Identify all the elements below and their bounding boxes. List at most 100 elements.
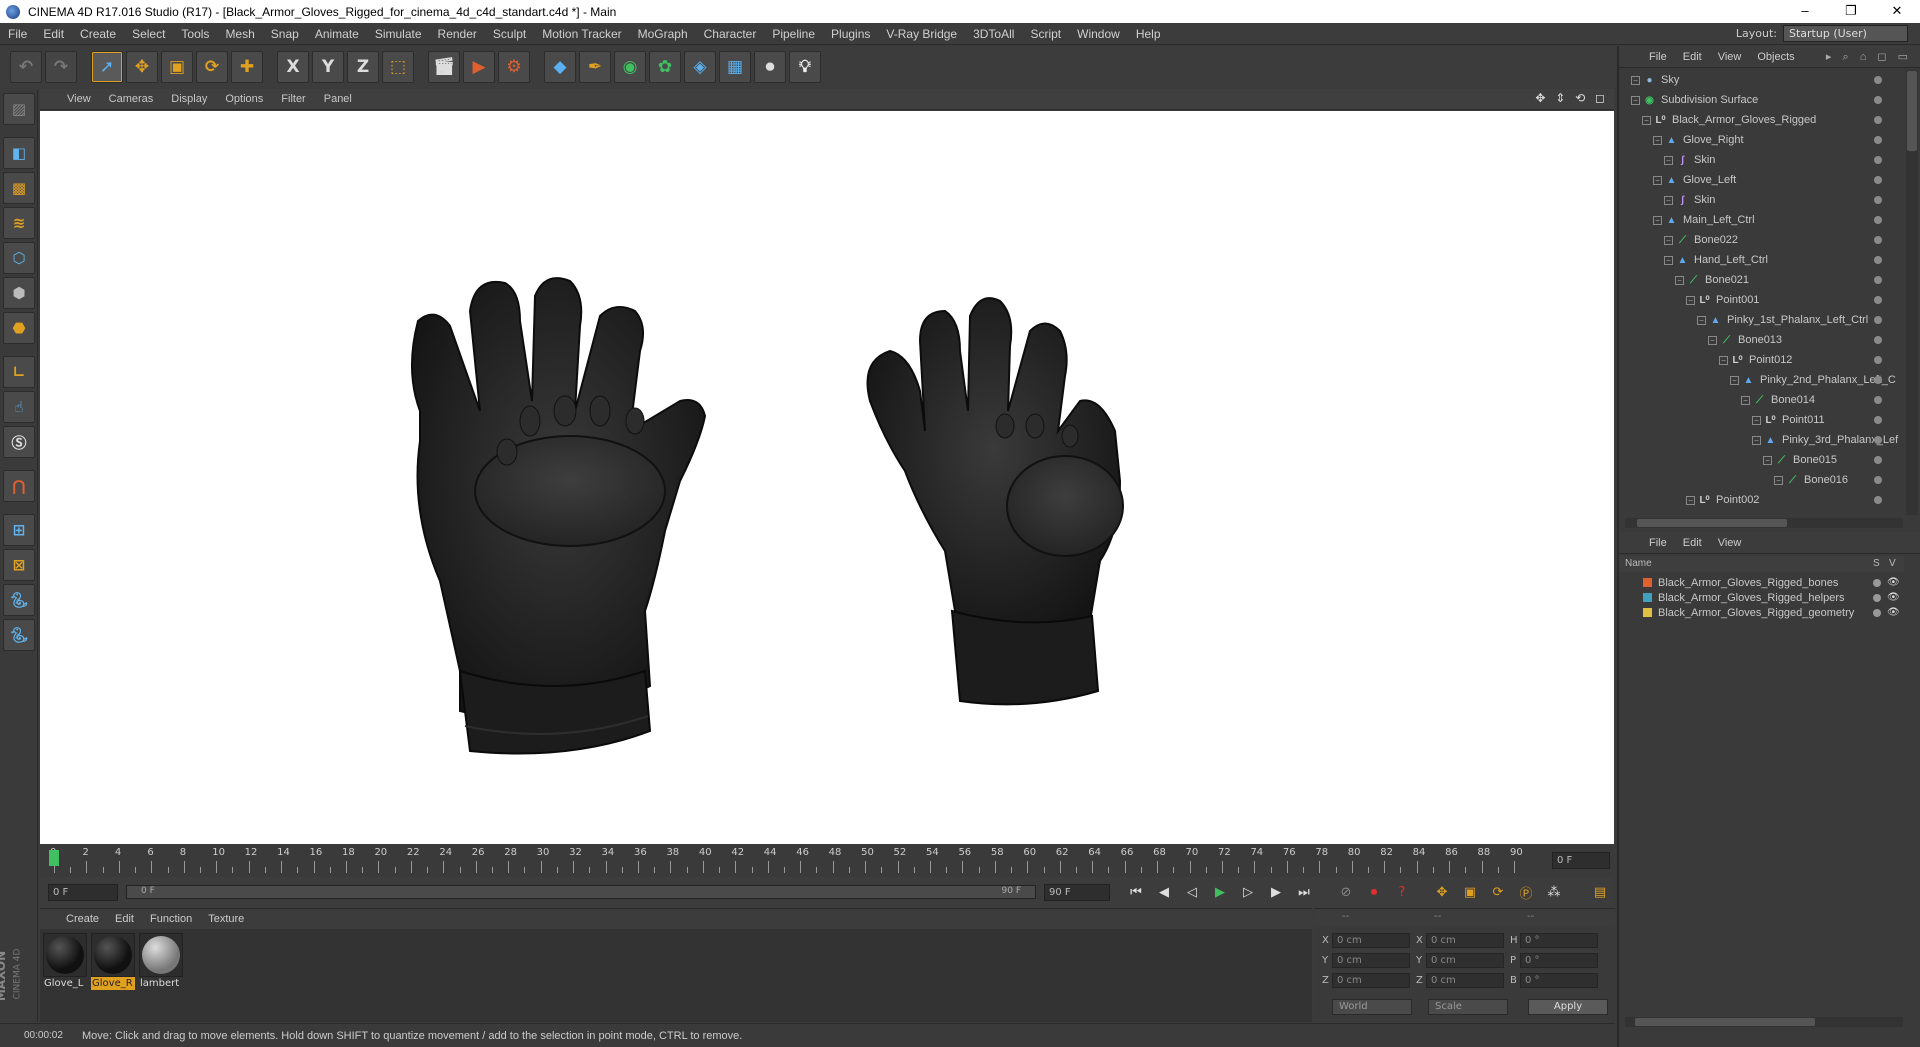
layer-visible-icon[interactable]: 👁︎ (1887, 577, 1900, 588)
playhead[interactable] (49, 850, 59, 866)
object-tree-item[interactable]: − ◉ Subdivision Surface (1631, 90, 1758, 110)
object-tree-item[interactable]: − ▲ Pinky_2nd_Phalanx_Left_C (1730, 370, 1896, 390)
3d-viewport[interactable] (40, 111, 1614, 844)
subdivision-icon[interactable]: ◉ (614, 51, 646, 83)
menu-simulate[interactable]: Simulate (367, 27, 430, 41)
object-tree-item[interactable]: − L⁰ Point001 (1686, 290, 1759, 310)
expand-toggle-icon[interactable]: − (1664, 195, 1673, 205)
menu-animate[interactable]: Animate (307, 27, 367, 41)
object-tree-item[interactable]: − L⁰ Point002 (1686, 490, 1759, 510)
previous-frame-icon[interactable]: ◁ (1180, 880, 1204, 904)
visibility-dot[interactable] (1874, 356, 1882, 364)
menu-window[interactable]: Window (1069, 27, 1128, 41)
material-menu-function[interactable]: Function (142, 913, 200, 925)
viewport-menu-display[interactable]: Display (162, 93, 216, 105)
next-frame-icon[interactable]: ▷ (1236, 880, 1260, 904)
visibility-dot[interactable] (1874, 476, 1882, 484)
points-mode-icon[interactable]: ⬡ (3, 242, 35, 274)
expand-toggle-icon[interactable]: − (1763, 455, 1772, 465)
tweak-icon[interactable]: ☝ (3, 391, 35, 423)
solo-icon[interactable]: Ⓢ (3, 426, 35, 458)
layers-menu-file[interactable]: File (1641, 537, 1675, 549)
menu-edit[interactable]: Edit (35, 27, 72, 41)
edges-mode-icon[interactable]: ⬢ (3, 277, 35, 309)
expand-toggle-icon[interactable]: − (1719, 355, 1728, 365)
expand-toggle-icon[interactable]: − (1708, 335, 1717, 345)
size-x-field[interactable]: 0 cm (1426, 933, 1504, 948)
timeline-ruler[interactable]: 0246810121416182022242628303234363840424… (40, 845, 1614, 877)
visibility-dot[interactable] (1874, 456, 1882, 464)
object-tree-item[interactable]: − ▲ Glove_Left (1653, 170, 1736, 190)
visibility-dot[interactable] (1874, 416, 1882, 424)
timeline-layout-icon[interactable]: ▤ (1588, 880, 1612, 904)
scrollbar-thumb[interactable] (1907, 71, 1917, 151)
object-tree-item[interactable]: − ▲ Pinky_1st_Phalanx_Left_Ctrl (1697, 310, 1868, 330)
undo-icon[interactable]: ↶ (10, 51, 42, 83)
render-view-icon[interactable]: 🎬︎ (428, 51, 460, 83)
light-icon[interactable]: 💡︎ (789, 51, 821, 83)
play-icon[interactable]: ▶ (1208, 880, 1232, 904)
expand-toggle-icon[interactable]: − (1752, 415, 1761, 425)
expand-toggle-icon[interactable]: − (1664, 155, 1673, 165)
layer-visible-icon[interactable]: 👁︎ (1887, 607, 1900, 618)
object-tree-item[interactable]: − L⁰ Point011 (1752, 410, 1825, 430)
x-axis-icon[interactable]: X (277, 51, 309, 83)
menu-3dtoall[interactable]: 3DToAll (965, 27, 1022, 41)
rotate-icon[interactable]: ⟳ (196, 51, 228, 83)
render-picture-viewer-icon[interactable]: ▶ (463, 51, 495, 83)
visibility-dot[interactable] (1874, 396, 1882, 404)
menu-file[interactable]: File (0, 27, 35, 41)
deformer-icon[interactable]: ◈ (684, 51, 716, 83)
object-tree-item[interactable]: − L⁰ Black_Armor_Gloves_Rigged (1642, 110, 1816, 130)
visibility-dot[interactable] (1874, 376, 1882, 384)
material-swatch[interactable]: Glove_L (43, 933, 87, 990)
material-menu-texture[interactable]: Texture (200, 913, 252, 925)
redo-icon[interactable]: ↷ (45, 51, 77, 83)
transform-mode-dropdown[interactable]: Scale (1428, 999, 1508, 1015)
viewport-menu-options[interactable]: Options (216, 93, 272, 105)
key-rotation-icon[interactable]: ⟳ (1486, 880, 1510, 904)
viewport-nav-icons[interactable]: ✥ ⇕ ⟲ ◻ (1535, 91, 1608, 105)
texture-mode-icon[interactable]: ▩ (3, 172, 35, 204)
object-tree-item[interactable]: − ⟋ Bone015 (1763, 450, 1837, 470)
rotation-b-field[interactable]: 0 ° (1520, 973, 1598, 988)
python-script-icon[interactable]: 🐍︎ (3, 619, 35, 651)
move-icon[interactable]: ✥ (126, 51, 158, 83)
object-tree-item[interactable]: − ⟋ Bone021 (1675, 270, 1749, 290)
polygons-mode-icon[interactable]: ⬣ (3, 312, 35, 344)
range-slider[interactable]: 0 F 90 F (126, 885, 1036, 899)
visibility-dot[interactable] (1874, 236, 1882, 244)
expand-toggle-icon[interactable]: − (1653, 215, 1662, 225)
workplane-lock-icon[interactable]: ⊞ (3, 514, 35, 546)
snap-icon[interactable]: ⋂ (3, 470, 35, 502)
menu-mesh[interactable]: Mesh (217, 27, 262, 41)
object-tree-item[interactable]: − ▲ Hand_Left_Ctrl (1664, 250, 1768, 270)
layer-row[interactable]: Black_Armor_Gloves_Rigged_geometry 👁︎ (1619, 605, 1904, 620)
previous-key-icon[interactable]: ◀ (1152, 880, 1176, 904)
expand-toggle-icon[interactable]: − (1730, 375, 1739, 385)
hscrollbar-thumb[interactable] (1637, 519, 1787, 527)
object-manager-tool-icons[interactable]: ▸ ⌕ ⌂ ◻ ▭ (1818, 50, 1920, 64)
menu-motion-tracker[interactable]: Motion Tracker (534, 27, 629, 41)
menu-vray-bridge[interactable]: V-Ray Bridge (878, 27, 965, 41)
axis-mode-icon[interactable]: ∟ (3, 356, 35, 388)
model-mode-icon[interactable]: ◧ (3, 137, 35, 169)
expand-toggle-icon[interactable]: − (1774, 475, 1783, 485)
close-button[interactable]: ✕ (1874, 0, 1920, 23)
go-to-end-icon[interactable]: ⏭ (1292, 880, 1316, 904)
expand-toggle-icon[interactable]: − (1664, 255, 1673, 265)
menu-render[interactable]: Render (430, 27, 485, 41)
menu-snap[interactable]: Snap (263, 27, 307, 41)
menu-help[interactable]: Help (1128, 27, 1169, 41)
apply-button[interactable]: Apply (1528, 999, 1608, 1015)
size-y-field[interactable]: 0 cm (1426, 953, 1504, 968)
object-tree-item[interactable]: − L⁰ Point012 (1719, 350, 1792, 370)
layer-row[interactable]: Black_Armor_Gloves_Rigged_bones 👁︎ (1619, 575, 1904, 590)
objects-menu-edit[interactable]: Edit (1675, 51, 1710, 63)
menu-tools[interactable]: Tools (173, 27, 217, 41)
visibility-dot[interactable] (1874, 176, 1882, 184)
layer-solo-dot[interactable] (1873, 593, 1881, 602)
rotation-p-field[interactable]: 0 ° (1520, 953, 1598, 968)
layer-visible-icon[interactable]: 👁︎ (1887, 592, 1900, 603)
minimize-button[interactable]: – (1782, 0, 1828, 23)
